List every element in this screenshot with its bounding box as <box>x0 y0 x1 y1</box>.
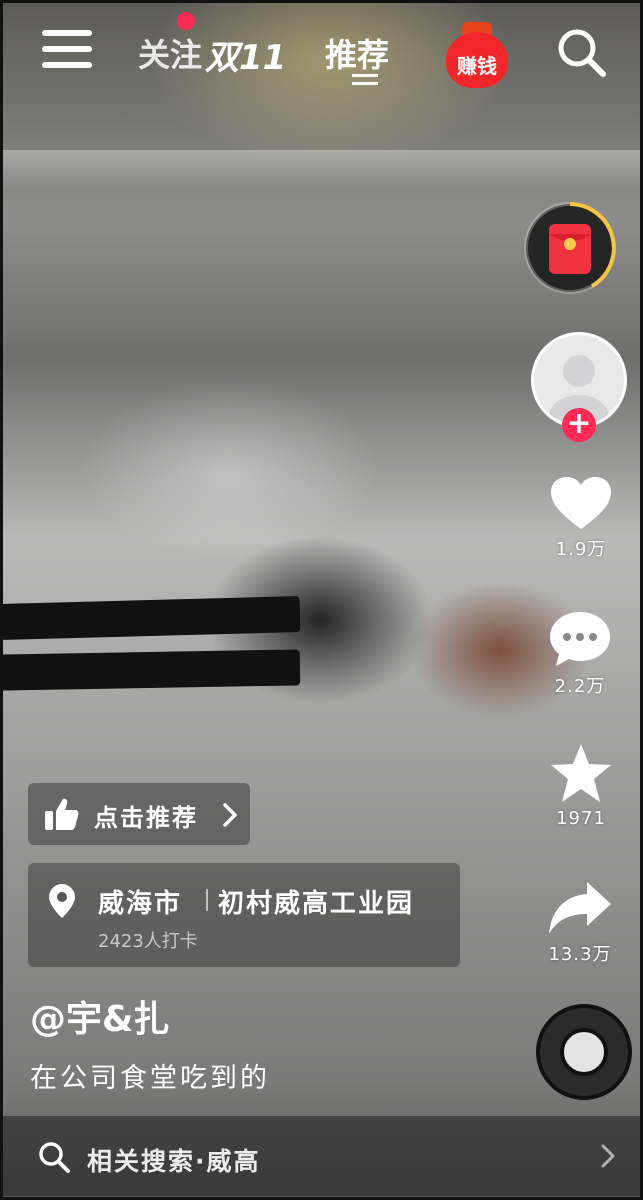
post-caption: 在公司食堂吃到的 <box>30 1063 270 1094</box>
share-count: 13.3万 <box>548 944 612 965</box>
favorite-action[interactable]: 1971 <box>545 742 617 829</box>
share-icon[interactable] <box>547 880 613 936</box>
comment-count: 2.2万 <box>554 676 606 697</box>
earn-label: 赚钱 <box>457 54 497 78</box>
comment-icon[interactable] <box>548 608 612 668</box>
tab-active-indicator <box>352 74 378 88</box>
location-place: 初村威高工业园 <box>218 889 415 919</box>
related-search-bar[interactable]: 相关搜索·威高 <box>3 1116 640 1196</box>
chopstick-bottom <box>0 649 301 691</box>
chopstick-top <box>0 596 301 640</box>
tab-follow[interactable]: 关注 <box>138 30 202 76</box>
heart-icon[interactable] <box>549 475 613 531</box>
chevron-right-icon <box>601 1144 615 1168</box>
search-icon[interactable] <box>555 26 607 78</box>
recommend-chip[interactable]: 点击推荐 <box>28 783 250 845</box>
like-count: 1.9万 <box>555 539 607 560</box>
location-card[interactable]: 威海市 初村威高工业园 2423人打卡 <box>28 863 460 967</box>
tab-recommend[interactable]: 推荐 <box>325 30 389 76</box>
red-packet-icon[interactable] <box>522 200 618 296</box>
comment-action[interactable]: 2.2万 <box>540 608 620 698</box>
favorite-count: 1971 <box>556 808 606 829</box>
top-nav: 关注 双11 推荐 赚钱 <box>0 0 643 100</box>
location-city: 威海市 <box>98 889 183 919</box>
location-divider <box>206 889 208 911</box>
location-checkins: 2423人打卡 <box>98 931 198 952</box>
chopsticks-shape <box>0 596 301 695</box>
tab-double11[interactable]: 双11 <box>205 30 286 79</box>
author-username[interactable]: @宇&扎 <box>30 990 169 1042</box>
earn-button[interactable]: 赚钱 <box>446 22 508 88</box>
author-avatar-group[interactable]: + <box>531 332 627 442</box>
chevron-right-icon <box>223 803 237 827</box>
location-pin-icon <box>49 884 75 918</box>
share-action[interactable]: 13.3万 <box>540 880 620 966</box>
star-icon[interactable] <box>549 742 613 804</box>
notification-dot <box>177 12 195 30</box>
search-icon <box>39 1142 70 1173</box>
like-action[interactable]: 1.9万 <box>545 475 617 561</box>
thumbs-up-icon <box>45 798 79 830</box>
recommend-chip-label: 点击推荐 <box>94 804 198 832</box>
follow-plus-button[interactable]: + <box>562 408 596 442</box>
related-search-label: 相关搜索·威高 <box>87 1147 261 1176</box>
menu-icon[interactable] <box>42 30 92 68</box>
tray-highlight <box>0 150 643 190</box>
music-disc-center <box>560 1028 608 1076</box>
music-disc-icon[interactable] <box>536 1004 632 1100</box>
